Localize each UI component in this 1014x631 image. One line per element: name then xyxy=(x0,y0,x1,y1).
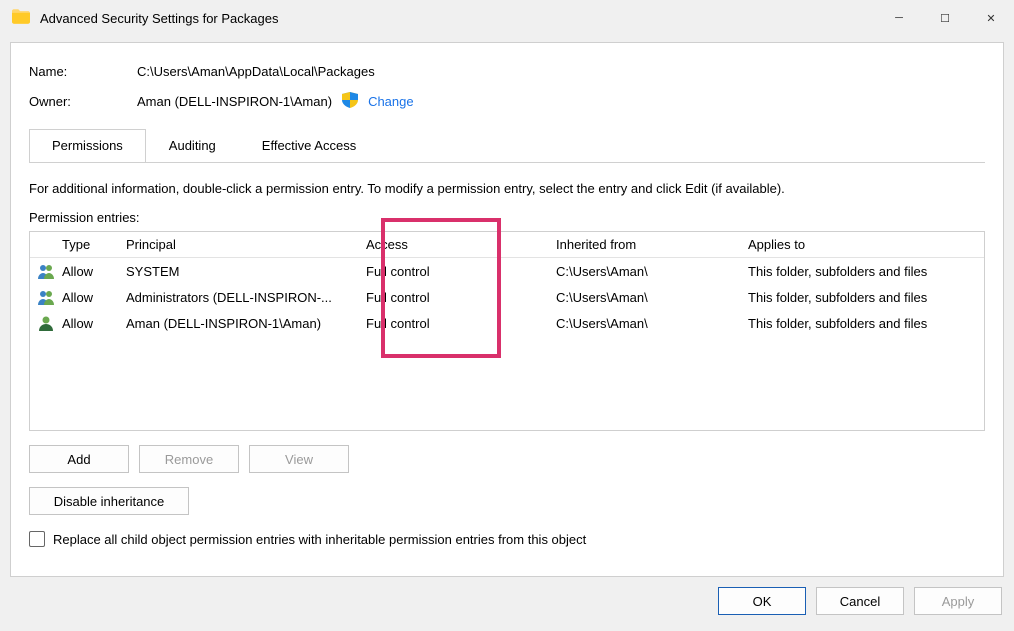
name-label: Name: xyxy=(29,64,137,79)
owner-row: Owner: Aman (DELL-INSPIRON-1\Aman) Chang… xyxy=(29,92,985,111)
main-panel: Name: Owner: Aman (DELL-INSPIRON-1\Aman)… xyxy=(10,42,1004,577)
col-principal[interactable]: Principal xyxy=(126,237,366,252)
principal-user-icon xyxy=(38,315,62,331)
cell-applies: This folder, subfolders and files xyxy=(748,316,978,331)
replace-checkbox-label[interactable]: Replace all child object permission entr… xyxy=(53,532,586,547)
cell-type: Allow xyxy=(62,290,126,305)
table-row[interactable]: Allow Administrators (DELL-INSPIRON-... … xyxy=(30,284,984,310)
name-row: Name: xyxy=(29,63,985,80)
cell-inherited: C:\Users\Aman\ xyxy=(556,316,748,331)
minimize-button[interactable]: ─ xyxy=(876,2,922,34)
window-controls: ─ ☐ ✕ xyxy=(876,2,1014,34)
principal-group-icon xyxy=(38,289,62,305)
table-row[interactable]: Allow Aman (DELL-INSPIRON-1\Aman) Full c… xyxy=(30,310,984,336)
cell-principal: SYSTEM xyxy=(126,264,366,279)
owner-value: Aman (DELL-INSPIRON-1\Aman) xyxy=(137,94,332,109)
permission-entries-table: Type Principal Access Inherited from App… xyxy=(29,231,985,431)
remove-button[interactable]: Remove xyxy=(139,445,239,473)
col-access[interactable]: Access xyxy=(366,237,556,252)
change-owner-link[interactable]: Change xyxy=(368,94,414,109)
col-inherited[interactable]: Inherited from xyxy=(556,237,748,252)
shield-icon xyxy=(342,92,358,111)
add-button[interactable]: Add xyxy=(29,445,129,473)
cell-inherited: C:\Users\Aman\ xyxy=(556,264,748,279)
cell-principal: Aman (DELL-INSPIRON-1\Aman) xyxy=(126,316,366,331)
disable-inheritance-button[interactable]: Disable inheritance xyxy=(29,487,189,515)
cell-access: Full control xyxy=(366,290,556,305)
cell-applies: This folder, subfolders and files xyxy=(748,290,978,305)
view-button[interactable]: View xyxy=(249,445,349,473)
table-header: Type Principal Access Inherited from App… xyxy=(30,232,984,258)
tab-underline xyxy=(29,162,985,163)
col-type[interactable]: Type xyxy=(62,237,126,252)
folder-icon xyxy=(12,9,40,27)
cell-principal: Administrators (DELL-INSPIRON-... xyxy=(126,290,366,305)
replace-checkbox-row: Replace all child object permission entr… xyxy=(29,531,985,547)
tab-auditing[interactable]: Auditing xyxy=(146,129,239,163)
cell-access: Full control xyxy=(366,264,556,279)
col-applies[interactable]: Applies to xyxy=(748,237,978,252)
info-text: For additional information, double-click… xyxy=(29,181,985,196)
window-title: Advanced Security Settings for Packages xyxy=(40,11,876,26)
titlebar: Advanced Security Settings for Packages … xyxy=(0,0,1014,36)
apply-button[interactable]: Apply xyxy=(914,587,1002,615)
dialog-footer: OK Cancel Apply xyxy=(0,587,1004,615)
tab-strip: Permissions Auditing Effective Access xyxy=(29,129,985,163)
ok-button[interactable]: OK xyxy=(718,587,806,615)
advanced-security-window: Advanced Security Settings for Packages … xyxy=(0,0,1014,631)
close-button[interactable]: ✕ xyxy=(968,2,1014,34)
cancel-button[interactable]: Cancel xyxy=(816,587,904,615)
cell-applies: This folder, subfolders and files xyxy=(748,264,978,279)
owner-label: Owner: xyxy=(29,94,137,109)
tab-permissions[interactable]: Permissions xyxy=(29,129,146,163)
cell-type: Allow xyxy=(62,316,126,331)
name-input[interactable] xyxy=(137,63,937,80)
replace-checkbox[interactable] xyxy=(29,531,45,547)
cell-type: Allow xyxy=(62,264,126,279)
principal-group-icon xyxy=(38,263,62,279)
cell-access: Full control xyxy=(366,316,556,331)
permission-entries-label: Permission entries: xyxy=(29,210,985,225)
table-row[interactable]: Allow SYSTEM Full control C:\Users\Aman\… xyxy=(30,258,984,284)
cell-inherited: C:\Users\Aman\ xyxy=(556,290,748,305)
maximize-button[interactable]: ☐ xyxy=(922,2,968,34)
tab-effective-access[interactable]: Effective Access xyxy=(239,129,379,163)
entry-buttons: Add Remove View xyxy=(29,445,985,473)
